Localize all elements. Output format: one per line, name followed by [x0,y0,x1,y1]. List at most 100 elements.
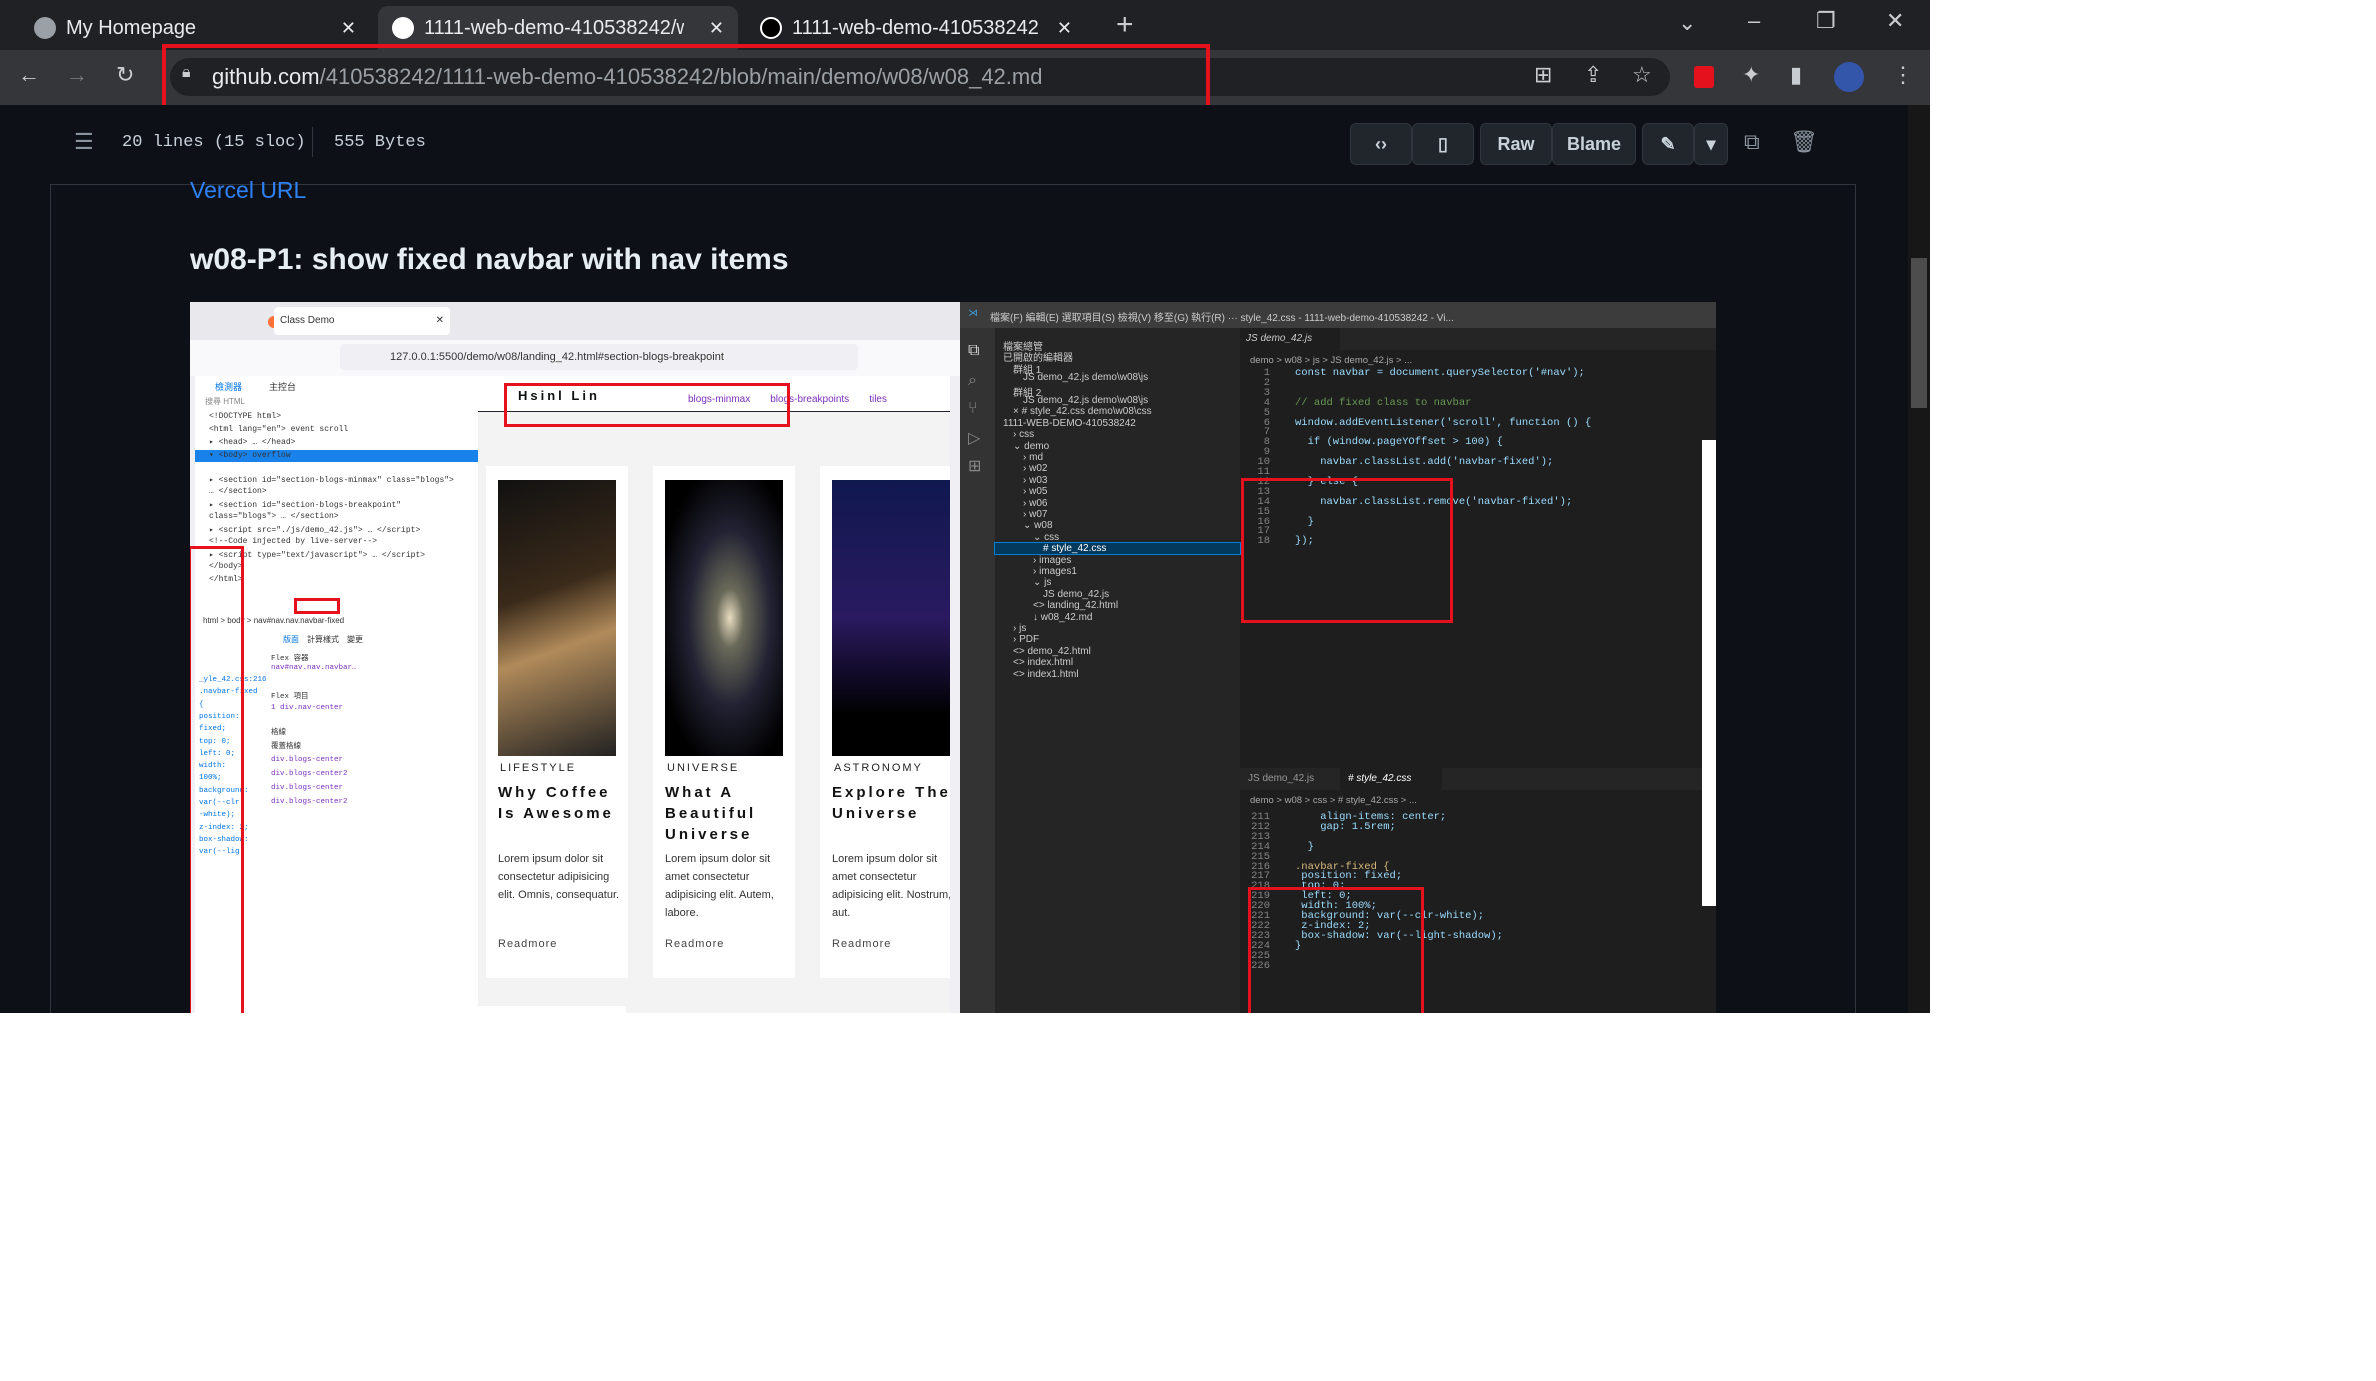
preview-button[interactable]: ▯ [1412,123,1474,165]
reload-button[interactable]: ↻ [116,62,134,88]
readmore-link[interactable]: Readmore [498,938,557,950]
explorer-item[interactable]: › images [1033,555,1071,566]
html-line: class="blogs"> … </section> [209,512,339,521]
explorer-item[interactable]: <> index1.html [1013,669,1079,680]
readmore-link[interactable]: Readmore [832,938,891,950]
code-line: // add fixed class to navbar [1295,396,1472,409]
code-line: const navbar = document.querySelector('#… [1295,367,1585,379]
css-highlight [1248,887,1424,1013]
explorer-item[interactable]: › css [1013,429,1034,440]
close-icon[interactable]: ✕ [1057,18,1072,39]
js-highlight [1241,478,1453,623]
editor-tab: JS demo_42.js [1240,328,1340,350]
explorer-item[interactable]: JS demo_42.js [1043,589,1109,600]
new-tab-button[interactable]: + [1116,8,1134,42]
outline-icon[interactable]: ☰ [74,129,94,155]
translate-icon[interactable]: ⊞ [1534,62,1552,88]
flex-item: nav#nav.nav.navbar… [271,664,357,672]
flex-item: 覆蓋格線 [271,743,301,751]
activity-bar: ⧉ ⌕ ⑂ ▷ ⊞ [960,328,995,1013]
code-line: } [1295,840,1314,853]
explorer-item[interactable]: <> index.html [1013,657,1073,668]
html-line: ▸ <head> … </head> [209,438,296,447]
delete-icon[interactable]: 🗑︎ [1790,129,1818,155]
explorer-item[interactable]: ↓ w08_42.md [1033,612,1092,623]
explorer-item[interactable]: › md [1023,452,1043,463]
card-title: Why Coffee Is Awesome [498,784,614,822]
layout-tab[interactable]: 變更 [347,635,363,644]
nav-link[interactable]: tiles [869,394,887,405]
share-icon[interactable]: ⇪ [1584,62,1602,88]
editor-breadcrumb: demo > w08 > css > # style_42.css > ... [1250,795,1417,806]
explorer-item[interactable]: › w02 [1023,463,1047,474]
explorer-item[interactable]: › js [1013,623,1026,634]
files-icon: ⧉ [968,342,980,359]
card-text: Lorem ipsum dolor sit consectetur adipis… [498,853,620,901]
code-line: if (window.pageYOffset > 100) { [1295,436,1503,449]
explorer-item[interactable]: ⌄ w08 [1023,520,1053,531]
back-button[interactable]: ← [18,62,40,88]
explorer-item[interactable]: › images1 [1033,566,1077,577]
explorer-item[interactable]: JS demo_42.js demo\w08\js [1023,395,1148,406]
vscode-menu: 檔案(F) 編輯(E) 選取項目(S) 檢視(V) 移至(G) 執行(R) ··… [990,313,1454,324]
line-count: 20 lines (15 sloc) [122,133,306,152]
explorer-item[interactable]: ⌄ demo [1013,441,1049,452]
explorer-item[interactable]: JS demo_42.js demo\w08\js [1023,372,1148,383]
explorer-item[interactable]: ⌄ css [1033,532,1059,543]
explorer-item[interactable]: › w03 [1023,475,1047,486]
scrollbar[interactable] [1908,105,1930,1013]
raw-button[interactable]: Raw [1480,123,1552,165]
layout-tab[interactable]: 計算樣式 [307,635,339,644]
extensions-puzzle-icon[interactable]: ✦ [1742,62,1760,88]
code-line: navbar.classList.add('navbar-fixed'); [1295,456,1554,469]
blame-button[interactable]: Blame [1552,123,1636,165]
menu-icon[interactable]: ⋮ [1892,62,1914,88]
tab-label: 1111-web-demo-410538242 [792,16,1039,39]
forward-button[interactable]: → [66,62,88,88]
code-view-button[interactable]: ‹› [1350,123,1412,165]
flex-item: div.blogs-center [271,784,344,792]
copy-icon[interactable]: ⧉ [1744,129,1760,155]
vscode-logo-icon: ⋊ [968,308,978,319]
extension-icon[interactable] [1694,66,1714,88]
explorer-item[interactable]: › w06 [1023,498,1047,509]
explorer-item[interactable]: <> demo_42.html [1013,646,1091,657]
file-size: 555 Bytes [334,133,426,152]
editor-breadcrumb: demo > w08 > js > JS demo_42.js > ... [1250,355,1413,366]
layout-tab[interactable]: 版面 [283,635,299,644]
close-window-button[interactable]: ✕ [1886,8,1904,34]
minimize-button[interactable]: – [1748,8,1760,34]
readmore-link[interactable]: Readmore [665,938,724,950]
url-highlight-box [162,44,1210,114]
browser-window: My Homepage ✕ 1111-web-demo-410538242/w ✕ … [0,0,1930,1013]
close-icon[interactable]: ✕ [709,18,724,39]
avatar[interactable] [1834,62,1864,92]
tab-label: 1111-web-demo-410538242/w [424,16,684,39]
side-panel-icon[interactable]: ▮ [1790,62,1802,88]
explorer-item[interactable]: › w07 [1023,509,1047,520]
explorer-item[interactable]: × # style_42.css demo\w08\css [1013,406,1152,417]
globe-icon [34,17,56,39]
explorer-item[interactable]: <> landing_42.html [1033,600,1118,611]
explorer: 檔案總管 已開啟的編輯器 群組 1 JS demo_42.js demo\w08\js… [994,328,1241,1013]
flex-item: div.blogs-center2 [271,798,348,806]
card-image [498,480,616,756]
star-icon[interactable]: ☆ [1632,62,1652,88]
close-icon[interactable]: ✕ [341,18,356,39]
editor-tabs: JS demo_42.js [1240,328,1716,350]
restore-button[interactable]: ❐ [1816,8,1836,34]
html-line: <!DOCTYPE html> [209,412,282,421]
edit-button[interactable]: ✎ [1642,123,1694,165]
code-line: window.addEventListener('scroll', functi… [1295,416,1592,429]
explorer-item[interactable]: # style_42.css [994,542,1241,556]
tab-search-button[interactable]: ⌄ [1678,10,1696,36]
explorer-item[interactable]: › w05 [1023,486,1047,497]
html-line: <!--Code injected by live-server--> [209,537,378,546]
explorer-item[interactable]: ⌄ js [1033,577,1051,588]
explorer-item[interactable]: › PDF [1013,634,1039,645]
scrollbar-thumb[interactable] [1911,258,1927,408]
vercel-url-link[interactable]: Vercel URL [190,177,306,204]
edit-dropdown-button[interactable]: ▾ [1694,123,1728,165]
explorer-item[interactable]: 1111-WEB-DEMO-410538242 [1003,418,1136,429]
webpage: Hsinl Lin blogs-minmax blogs-breakpoints… [478,376,950,1013]
